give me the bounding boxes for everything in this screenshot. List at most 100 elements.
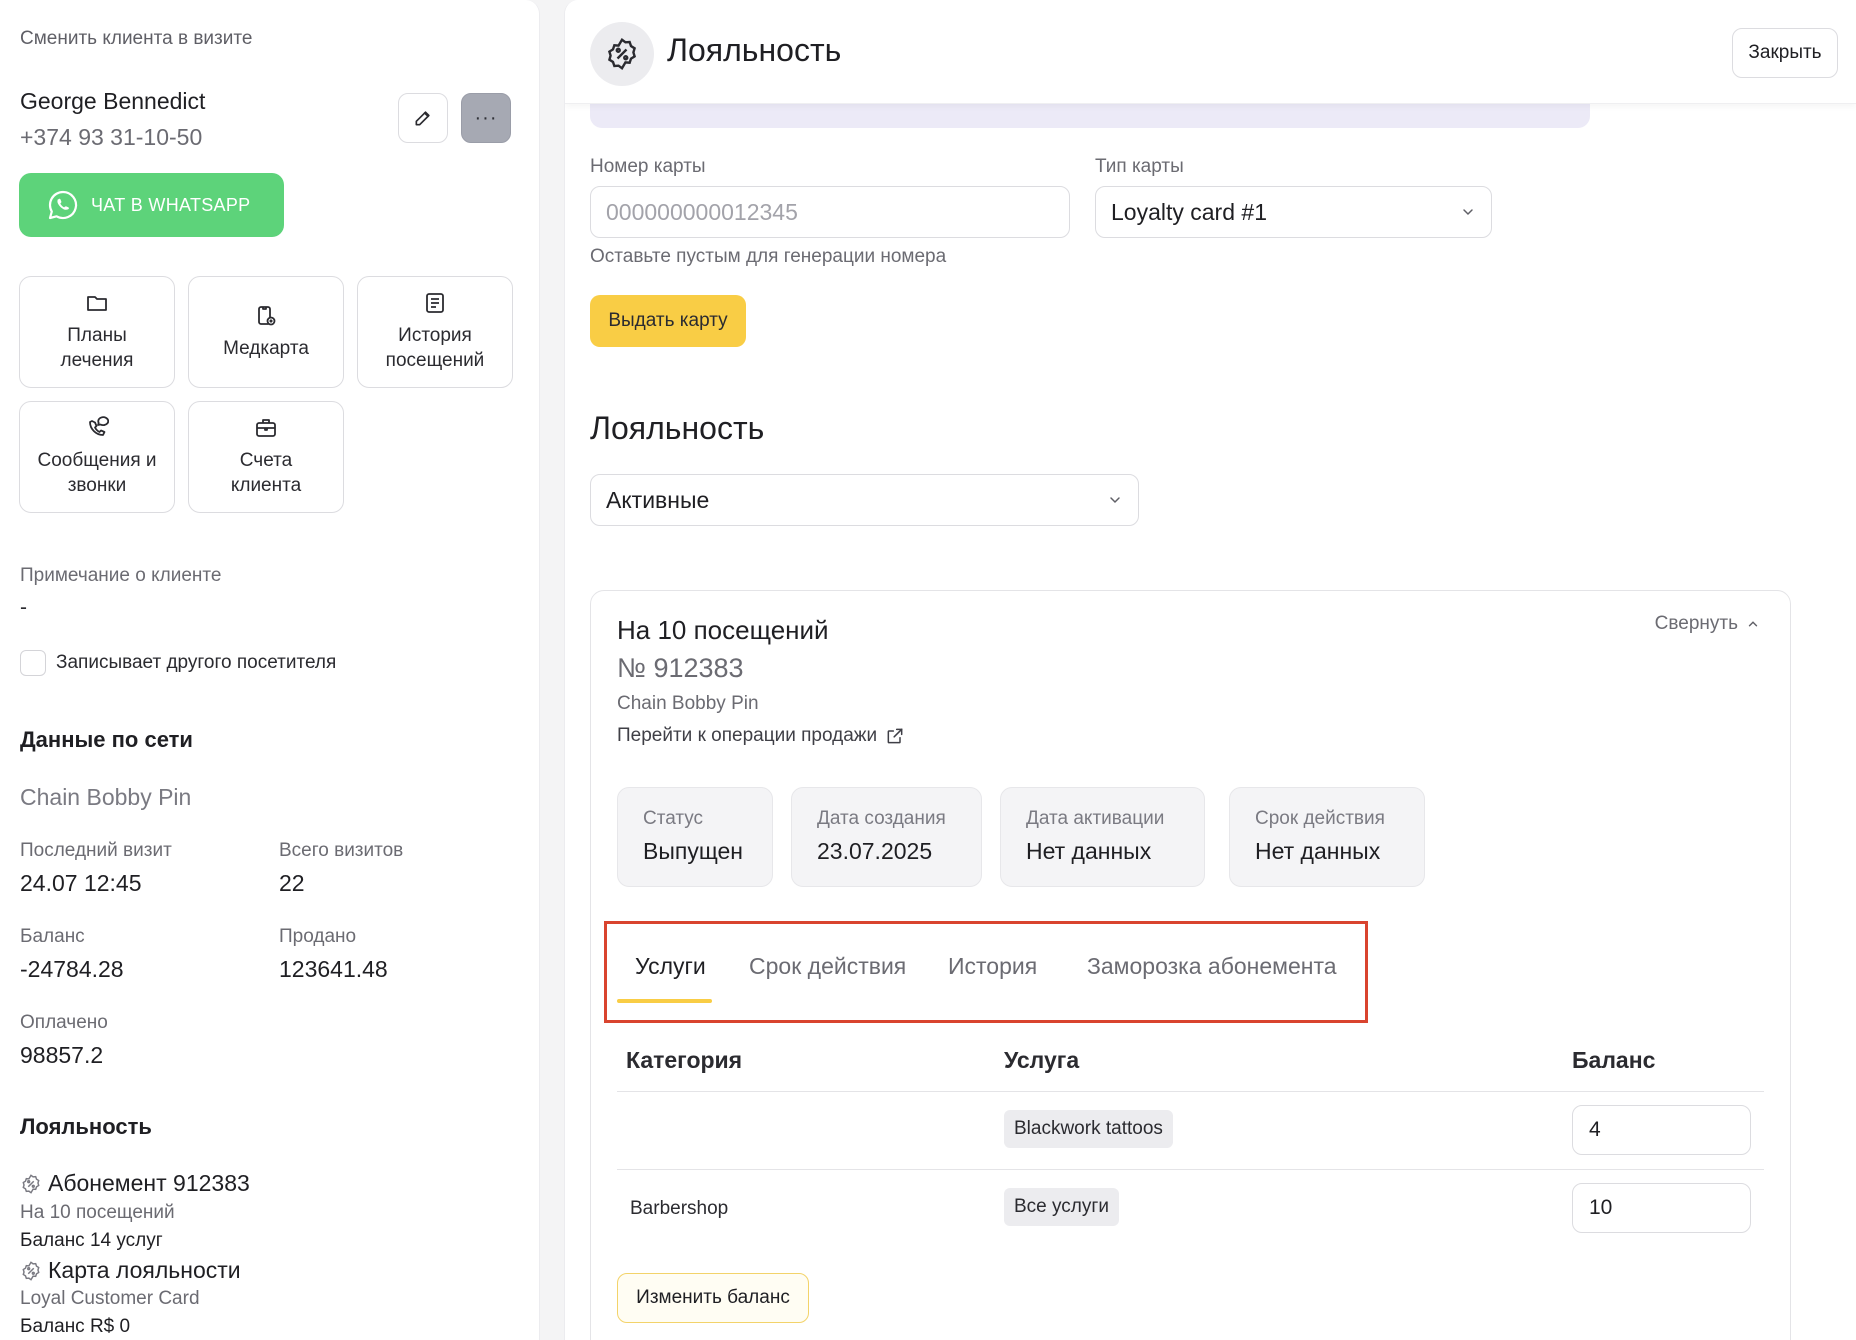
loyalty-item-title: Карта лояльности xyxy=(48,1257,241,1283)
history-icon xyxy=(426,293,444,313)
client-note-label: Примечание о клиенте xyxy=(20,565,222,586)
card-number-hint: Оставьте пустым для генерации номера xyxy=(590,246,947,267)
other-visitor-row: Записывает другого посетителя xyxy=(20,650,336,676)
briefcase-icon xyxy=(256,419,276,437)
tab-validity[interactable]: Срок действия xyxy=(749,953,906,980)
balance-input[interactable]: 10 xyxy=(1572,1183,1751,1233)
page-title: Лояльность xyxy=(667,32,842,68)
column-header-balance: Баланс xyxy=(1572,1047,1656,1073)
cell-category: Barbershop xyxy=(630,1198,729,1219)
sale-operation-label: Перейти к операции продажи xyxy=(617,725,878,746)
info-created: Дата создания 23.07.2025 xyxy=(791,787,982,887)
loyalty-panel: Лояльность Закрыть Номер карты 000000000… xyxy=(564,0,1856,1340)
whatsapp-icon xyxy=(48,190,78,220)
tile-label: Счета клиента xyxy=(230,450,302,496)
loyalty-header: Лояльность Закрыть xyxy=(565,0,1856,104)
tile-client-invoices[interactable]: Счета клиента xyxy=(188,401,344,513)
table-divider xyxy=(617,1169,1764,1170)
collapse-button[interactable]: Свернуть xyxy=(1655,613,1760,635)
paid-value: 98857.2 xyxy=(20,1042,104,1068)
tab-services[interactable]: Услуги xyxy=(635,953,706,980)
subscription-number: № 912383 xyxy=(617,653,744,683)
info-status-value: Выпущен xyxy=(643,838,743,864)
loyalty-item-card[interactable]: Карта лояльности xyxy=(20,1257,241,1284)
sale-operation-link[interactable]: Перейти к операции продажи xyxy=(617,725,905,747)
last-visit-label: Последний визит xyxy=(20,840,172,861)
tile-visit-history[interactable]: История посещений xyxy=(357,276,513,388)
service-chip: Все услуги xyxy=(1004,1188,1119,1226)
total-visits-label: Всего визитов xyxy=(279,840,404,861)
client-panel: Сменить клиента в визите George Bennedic… xyxy=(0,0,540,1340)
loyalty-item-subtitle: На 10 посещений xyxy=(20,1202,175,1223)
tab-freeze[interactable]: Заморозка абонемента xyxy=(1087,953,1337,980)
edit-client-button[interactable] xyxy=(398,93,448,143)
switch-client-link[interactable]: Сменить клиента в визите xyxy=(20,28,252,50)
status-filter-select[interactable]: Активные xyxy=(590,474,1139,526)
tile-label: Планы лечения xyxy=(60,325,134,371)
change-balance-button[interactable]: Изменить баланс xyxy=(617,1273,809,1323)
info-validity: Срок действия Нет данных xyxy=(1229,787,1425,887)
card-number-input[interactable]: 000000000012345 xyxy=(590,186,1070,238)
network-data-heading: Данные по сети xyxy=(20,727,193,752)
discount-badge-icon xyxy=(22,1173,40,1194)
tile-medcard[interactable]: Медкарта xyxy=(188,276,344,388)
active-tab-indicator xyxy=(617,999,712,1003)
info-activated: Дата активации Нет данных xyxy=(1000,787,1205,887)
tile-label: Медкарта xyxy=(223,337,309,359)
subscription-network: Chain Bobby Pin xyxy=(617,693,759,714)
discount-badge-icon xyxy=(22,1260,40,1281)
loyalty-item-balance: Баланс R$ 0 xyxy=(20,1316,131,1337)
tile-messages-calls[interactable]: Сообщения и звонки xyxy=(19,401,175,513)
balance-input[interactable]: 4 xyxy=(1572,1105,1751,1155)
balance-label: Баланс xyxy=(20,926,85,947)
card-type-select[interactable]: Loyalty card #1 xyxy=(1095,186,1492,238)
total-visits-value: 22 xyxy=(279,870,305,896)
last-visit-value: 24.07 12:45 xyxy=(20,870,142,896)
issue-card-button[interactable]: Выдать карту xyxy=(590,295,746,347)
tab-history[interactable]: История xyxy=(948,953,1037,980)
sold-value: 123641.48 xyxy=(279,956,388,982)
other-visitor-checkbox[interactable] xyxy=(20,650,46,676)
whatsapp-chat-button[interactable]: ЧАТ В WHATSAPP xyxy=(19,173,284,237)
chevron-up-icon xyxy=(1748,621,1758,627)
column-header-service: Услуга xyxy=(1004,1047,1080,1073)
info-validity-label: Срок действия xyxy=(1255,808,1385,829)
external-link-icon xyxy=(887,728,903,744)
client-phone: +374 93 31-10-50 xyxy=(20,124,203,150)
loyalty-item-subtitle: Loyal Customer Card xyxy=(20,1288,200,1309)
column-header-category: Категория xyxy=(626,1047,743,1073)
chevron-down-icon xyxy=(1110,497,1120,504)
more-options-button[interactable]: ··· xyxy=(461,93,511,143)
loyalty-item-subscription[interactable]: Абонемент 912383 xyxy=(20,1170,250,1197)
loyalty-section-title: Лояльность xyxy=(590,410,765,446)
pencil-icon xyxy=(415,111,430,126)
info-activated-value: Нет данных xyxy=(1026,838,1152,864)
network-name: Chain Bobby Pin xyxy=(20,784,192,810)
info-created-value: 23.07.2025 xyxy=(817,838,933,864)
loyalty-heading: Лояльность xyxy=(20,1114,152,1139)
card-number-label: Номер карты xyxy=(590,156,706,177)
tile-treatment-plans[interactable]: Планы лечения xyxy=(19,276,175,388)
client-note-value: - xyxy=(20,596,27,619)
client-name: George Bennedict xyxy=(20,88,206,114)
chevron-down-icon xyxy=(1463,209,1473,216)
other-visitor-label: Записывает другого посетителя xyxy=(56,652,337,673)
more-dots-icon: ··· xyxy=(474,106,498,129)
collapse-label: Свернуть xyxy=(1654,613,1738,634)
subscription-title: На 10 посещений xyxy=(617,615,829,645)
table-divider xyxy=(617,1091,1764,1092)
loyalty-item-balance: Баланс 14 услуг xyxy=(20,1230,163,1251)
folder-icon xyxy=(87,296,107,311)
whatsapp-chat-label: ЧАТ В WHATSAPP xyxy=(91,194,251,215)
tile-label: Сообщения и звонки xyxy=(37,450,157,496)
discount-badge-icon xyxy=(607,37,637,71)
close-button[interactable]: Закрыть xyxy=(1732,28,1838,78)
info-status-label: Статус xyxy=(643,808,704,829)
info-status: Статус Выпущен xyxy=(617,787,773,887)
info-created-label: Дата создания xyxy=(817,808,946,829)
paid-label: Оплачено xyxy=(20,1012,108,1033)
loyalty-item-title: Абонемент 912383 xyxy=(48,1170,250,1196)
info-activated-label: Дата активации xyxy=(1026,808,1165,829)
card-type-label: Тип карты xyxy=(1095,156,1184,177)
tile-label: История посещений xyxy=(385,325,485,371)
